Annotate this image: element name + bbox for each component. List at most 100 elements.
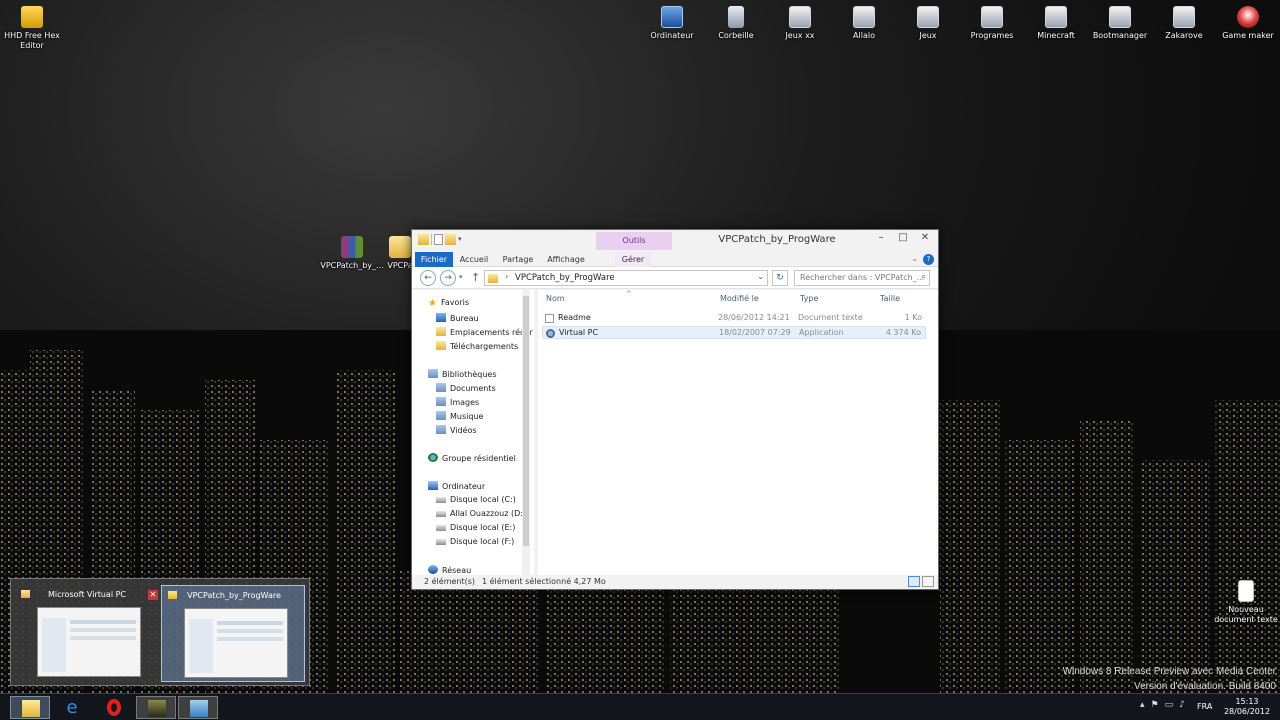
- desktop-icon-zakarove[interactable]: Zakarove: [1152, 6, 1216, 41]
- taskbar-opera[interactable]: [94, 696, 134, 719]
- desktop-icon-hex-editor[interactable]: HHD Free Hex Editor: [0, 6, 64, 51]
- explorer-window[interactable]: ▾ Outils d'application VPCPatch_by_ProgW…: [411, 229, 939, 590]
- recent-locations-icon[interactable]: ▾: [459, 273, 463, 281]
- network-icon: [428, 565, 438, 574]
- nav-drive-f[interactable]: Disque local (F:): [436, 537, 514, 546]
- thumbnail-vpcpatch[interactable]: VPCPatch_by_ProgWare: [161, 585, 305, 682]
- tab-partage[interactable]: Partage: [499, 252, 537, 267]
- tab-accueil[interactable]: Accueil: [456, 252, 492, 267]
- desktop-icon-jeux[interactable]: Jeux: [896, 6, 960, 41]
- clock-time: 15:13: [1235, 697, 1259, 706]
- nav-item-images[interactable]: Images: [436, 397, 479, 407]
- nav-item-emplacements-recents[interactable]: Emplacements récer: [436, 327, 533, 337]
- title-bar[interactable]: ▾ Outils d'application VPCPatch_by_ProgW…: [412, 230, 938, 263]
- taskbar-internet-explorer[interactable]: e: [52, 696, 92, 719]
- search-icon[interactable]: ⌕: [922, 272, 926, 282]
- application-icon: [546, 329, 555, 338]
- search-placeholder: Rechercher dans : VPCPatch_...: [800, 273, 925, 282]
- nav-network[interactable]: Réseau: [428, 565, 471, 575]
- navigation-pane: ★ Favoris Bureau Emplacements récer Téléc…: [412, 290, 534, 575]
- refresh-button[interactable]: ↻: [772, 270, 788, 286]
- action-center-icon[interactable]: ⚑: [1151, 700, 1159, 710]
- videos-icon: [436, 425, 446, 434]
- desktop-icon-vpcpatch-archive[interactable]: VPCPatch_by_...: [320, 236, 384, 271]
- up-arrow-icon[interactable]: ↑: [471, 271, 480, 284]
- details-view-icon[interactable]: [908, 576, 920, 587]
- tab-gerer[interactable]: Gérer: [615, 252, 651, 267]
- nav-drive-e[interactable]: Disque local (E:): [436, 523, 515, 532]
- forward-button[interactable]: →: [440, 270, 456, 286]
- thumbnail-title: VPCPatch_by_ProgWare: [187, 591, 281, 600]
- input-language[interactable]: FRA: [1197, 702, 1212, 711]
- show-hidden-icons-icon[interactable]: ▴: [1140, 700, 1145, 710]
- nav-item-bureau[interactable]: Bureau: [436, 313, 479, 323]
- nav-libraries[interactable]: Bibliothèques: [428, 369, 497, 379]
- new-folder-icon[interactable]: [445, 234, 456, 245]
- breadcrumb[interactable]: VPCPatch_by_ProgWare: [515, 273, 615, 283]
- recent-places-icon: [436, 327, 446, 336]
- drive-icon: [436, 539, 446, 545]
- system-tray: ▴ ⚑ ▭ ♪: [1140, 700, 1185, 710]
- clock[interactable]: 15:13 28/06/2012: [1222, 697, 1272, 717]
- column-header-taille[interactable]: Taille: [880, 294, 900, 303]
- nav-drive-c[interactable]: Disque local (C:): [436, 495, 516, 504]
- desktop-icon-ordinateur[interactable]: Ordinateur: [640, 6, 704, 41]
- desktop-icon-game-maker[interactable]: Game maker: [1216, 6, 1280, 41]
- minimize-button[interactable]: –: [870, 230, 892, 246]
- column-header-nom[interactable]: Nom: [546, 294, 565, 303]
- breadcrumb-chevron-icon[interactable]: ›: [505, 272, 508, 281]
- nav-item-documents[interactable]: Documents: [436, 383, 496, 393]
- nav-favorites[interactable]: ★ Favoris: [428, 298, 469, 309]
- taskbar-app[interactable]: [178, 696, 218, 719]
- nav-scrollbar[interactable]: [522, 290, 530, 575]
- desktop-icon-new-text-document[interactable]: Nouveau document texte: [1214, 580, 1278, 625]
- search-input[interactable]: Rechercher dans : VPCPatch_... ⌕: [794, 270, 930, 286]
- expand-ribbon-icon[interactable]: ⌄: [911, 254, 918, 263]
- taskbar-file-explorer[interactable]: [10, 696, 50, 719]
- maximize-button[interactable]: □: [892, 230, 914, 246]
- taskbar-virtual-pc[interactable]: [136, 696, 176, 719]
- volume-icon[interactable]: ♪: [1179, 700, 1185, 710]
- nav-computer[interactable]: Ordinateur: [428, 481, 485, 491]
- device-icon: [917, 6, 939, 28]
- close-button[interactable]: ✕: [914, 230, 936, 246]
- device-icon: [1045, 6, 1067, 28]
- desktop-icon-jeux-xx[interactable]: Jeux xx: [768, 6, 832, 41]
- thumbnail-microsoft-virtual-pc[interactable]: Microsoft Virtual PC ✕: [15, 585, 159, 682]
- hex-editor-icon: [21, 6, 43, 28]
- help-icon[interactable]: ?: [923, 254, 934, 265]
- nav-item-telechargements[interactable]: Téléchargements: [436, 341, 518, 351]
- device-icon: [981, 6, 1003, 28]
- nav-homegroup[interactable]: Groupe résidentiel: [428, 453, 516, 463]
- folder-icon[interactable]: [418, 234, 429, 245]
- column-header-modifie-le[interactable]: Modifié le: [720, 294, 759, 303]
- properties-icon[interactable]: [434, 234, 443, 245]
- file-row-readme[interactable]: Readme 28/06/2012 14:21 Document texte 1…: [542, 312, 926, 325]
- desktop-icon-allalo[interactable]: Allalo: [832, 6, 896, 41]
- nav-drive-d[interactable]: Allal Ouazzouz (D:): [436, 509, 526, 518]
- desktop-icon-minecraft[interactable]: Minecraft: [1024, 6, 1088, 41]
- opera-icon: [107, 699, 121, 716]
- window-preview: [37, 607, 141, 677]
- address-bar[interactable]: › VPCPatch_by_ProgWare ⌄: [484, 270, 768, 286]
- file-row-virtual-pc[interactable]: Virtual PC 18/02/2007 07:29 Application …: [542, 326, 926, 339]
- network-icon[interactable]: ▭: [1165, 700, 1174, 710]
- close-icon[interactable]: ✕: [148, 590, 158, 600]
- chevron-down-icon[interactable]: ▾: [458, 234, 466, 245]
- column-header-type[interactable]: Type: [800, 294, 818, 303]
- tab-fichier[interactable]: Fichier: [415, 252, 453, 267]
- folder-icon: [488, 274, 498, 283]
- desktop-icon-corbeille[interactable]: Corbeille: [704, 6, 768, 41]
- large-icons-view-icon[interactable]: [922, 576, 934, 587]
- chevron-down-icon[interactable]: ⌄: [757, 272, 764, 281]
- thumbnail-title: Microsoft Virtual PC: [47, 590, 127, 599]
- device-icon: [1173, 6, 1195, 28]
- desktop-icon-programes[interactable]: Programes: [960, 6, 1024, 41]
- back-button[interactable]: ←: [420, 270, 436, 286]
- item-count: 2 élément(s): [424, 577, 476, 586]
- desktop-icon-bootmanager[interactable]: Bootmanager: [1088, 6, 1152, 41]
- tab-affichage[interactable]: Affichage: [545, 252, 587, 267]
- scrollbar-thumb[interactable]: [523, 296, 529, 546]
- nav-item-videos[interactable]: Vidéos: [436, 425, 477, 435]
- nav-item-musique[interactable]: Musique: [436, 411, 483, 421]
